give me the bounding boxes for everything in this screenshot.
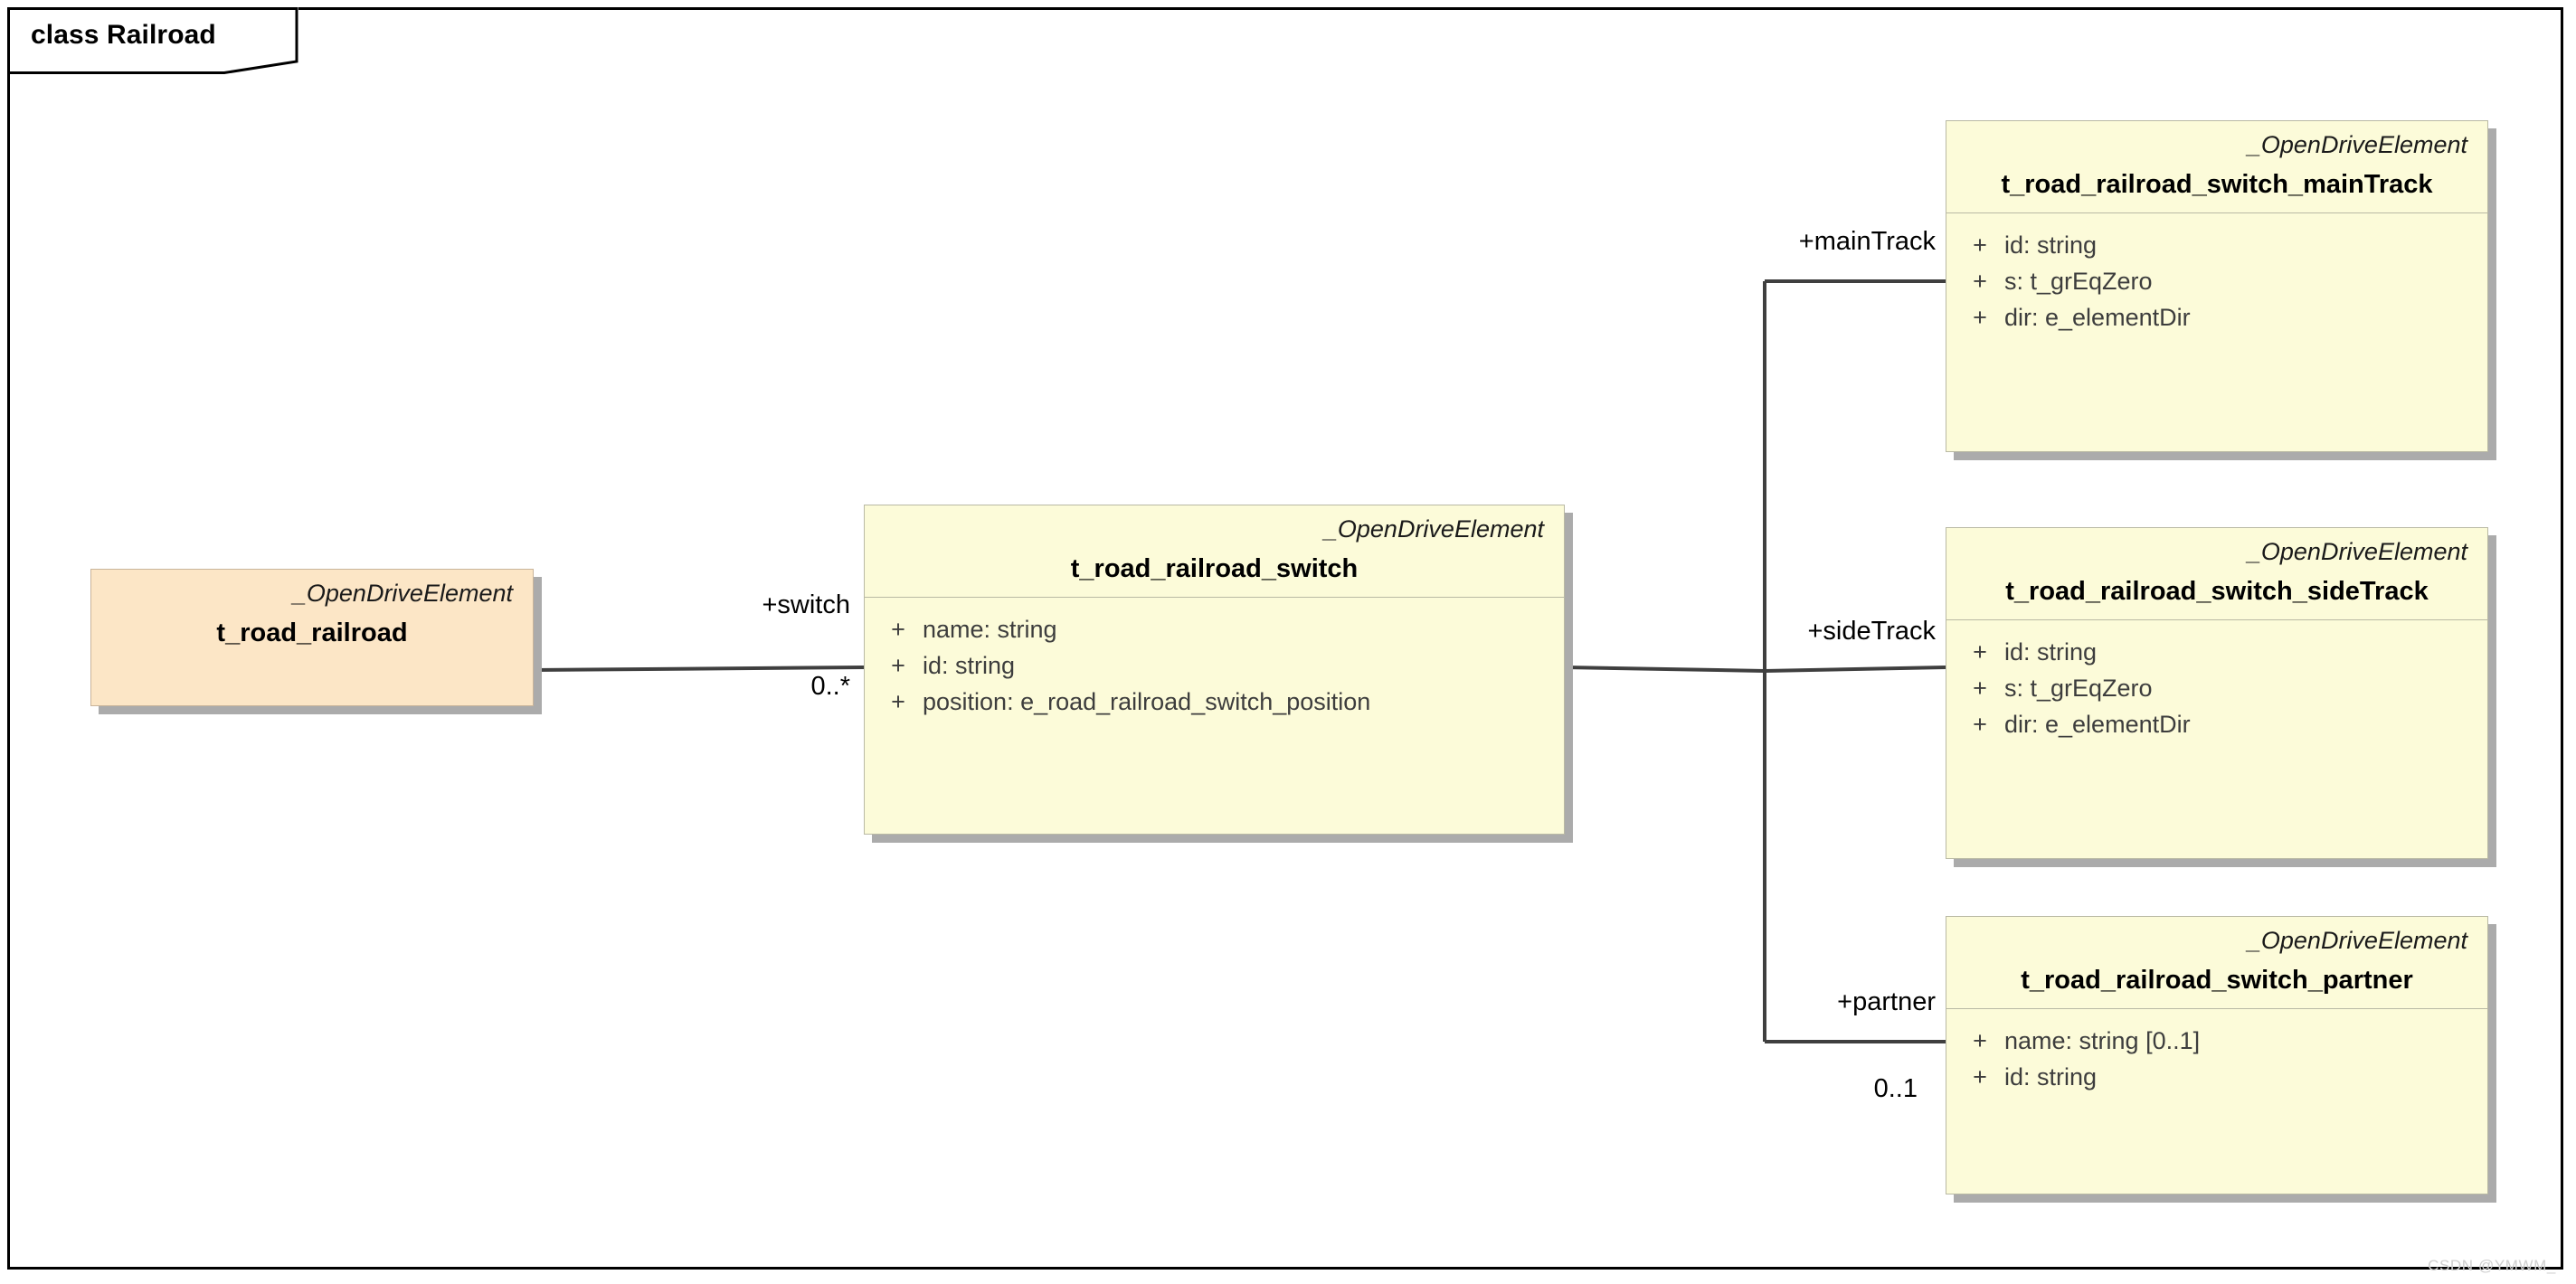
class-attributes: + id: string + s: t_grEqZero + dir: e_el… [1946, 620, 2487, 760]
attribute-text: dir: e_elementDir [2004, 711, 2191, 739]
class-box-t-road-railroad[interactable]: _OpenDriveElement t_road_railroad [90, 569, 534, 706]
class-header: _OpenDriveElement t_road_railroad_switch… [1946, 528, 2487, 619]
attribute-text: id: string [2004, 638, 2098, 666]
attribute-text: name: string [923, 616, 1057, 644]
attribute-text: position: e_road_railroad_switch_positio… [923, 688, 1371, 716]
attribute-row: + id: string [1956, 228, 2478, 264]
attribute-row: + name: string [874, 612, 1555, 648]
attribute-visibility: + [1973, 1027, 1987, 1055]
attribute-visibility: + [1973, 268, 1987, 296]
association-multiplicity-switch: 0..* [810, 672, 850, 701]
class-stereotype: _OpenDriveElement [2247, 927, 2467, 954]
diagram-canvas: class Railroad _OpenDriveElement t_road_… [0, 0, 2576, 1284]
attribute-visibility: + [1973, 638, 1987, 666]
attribute-text: s: t_grEqZero [2004, 268, 2153, 296]
class-stereotype: _OpenDriveElement [292, 580, 513, 607]
attribute-visibility: + [1973, 711, 1987, 739]
class-box-t-road-railroad-switch[interactable]: _OpenDriveElement t_road_railroad_switch… [864, 505, 1565, 835]
attribute-visibility: + [1973, 1063, 1987, 1091]
class-header: _OpenDriveElement t_road_railroad [91, 570, 533, 661]
class-header: _OpenDriveElement t_road_railroad_switch… [1946, 917, 2487, 1008]
attribute-row: + id: string [874, 648, 1555, 684]
diagram-title: class Railroad [31, 20, 216, 50]
attribute-row: + position: e_road_railroad_switch_posit… [874, 684, 1555, 721]
attribute-row: + dir: e_elementDir [1956, 707, 2478, 743]
association-role-partner: +partner [1837, 987, 1936, 1016]
diagram-title-tab: class Railroad [7, 7, 298, 74]
class-title: t_road_railroad_switch [1070, 553, 1359, 583]
attribute-row: + id: string [1956, 635, 2478, 671]
association-role-sidetrack: +sideTrack [1807, 617, 1936, 646]
class-title: t_road_railroad [216, 618, 408, 647]
class-title: t_road_railroad_switch_partner [2021, 965, 2413, 995]
class-box-t-road-railroad-switch-partner[interactable]: _OpenDriveElement t_road_railroad_switch… [1946, 916, 2488, 1194]
attribute-row: + dir: e_elementDir [1956, 300, 2478, 336]
association-role-switch: +switch [762, 590, 850, 619]
class-title: t_road_railroad_switch_mainTrack [2001, 169, 2433, 199]
attribute-text: dir: e_elementDir [2004, 304, 2191, 332]
watermark: CSDN @YMWM_ [2428, 1257, 2556, 1274]
association-role-maintrack: +mainTrack [1798, 227, 1936, 256]
class-attributes: + name: string [0..1] + id: string [1946, 1009, 2487, 1112]
class-box-t-road-railroad-switch-maintrack[interactable]: _OpenDriveElement t_road_railroad_switch… [1946, 120, 2488, 452]
class-stereotype: _OpenDriveElement [2247, 131, 2467, 158]
attribute-visibility: + [1973, 304, 1987, 332]
class-stereotype: _OpenDriveElement [1323, 515, 1544, 543]
attribute-text: id: string [2004, 231, 2098, 260]
class-attributes: + id: string + s: t_grEqZero + dir: e_el… [1946, 213, 2487, 353]
attribute-row: + s: t_grEqZero [1956, 264, 2478, 300]
class-attributes: + name: string + id: string + position: … [865, 598, 1564, 737]
class-header: _OpenDriveElement t_road_railroad_switch [865, 505, 1564, 597]
class-stereotype: _OpenDriveElement [2247, 538, 2467, 565]
attribute-text: s: t_grEqZero [2004, 675, 2153, 703]
class-title: t_road_railroad_switch_sideTrack [2005, 576, 2429, 606]
attribute-row: + s: t_grEqZero [1956, 671, 2478, 707]
attribute-visibility: + [891, 652, 905, 680]
attribute-row: + name: string [0..1] [1956, 1024, 2478, 1060]
attribute-visibility: + [891, 688, 905, 716]
attribute-text: name: string [0..1] [2004, 1027, 2201, 1055]
attribute-text: id: string [2004, 1063, 2098, 1091]
attribute-visibility: + [891, 616, 905, 644]
attribute-visibility: + [1973, 231, 1987, 260]
class-header: _OpenDriveElement t_road_railroad_switch… [1946, 121, 2487, 212]
association-multiplicity-partner: 0..1 [1873, 1074, 1918, 1103]
attribute-row: + id: string [1956, 1060, 2478, 1096]
attribute-text: id: string [923, 652, 1016, 680]
class-box-t-road-railroad-switch-sidetrack[interactable]: _OpenDriveElement t_road_railroad_switch… [1946, 527, 2488, 859]
attribute-visibility: + [1973, 675, 1987, 703]
